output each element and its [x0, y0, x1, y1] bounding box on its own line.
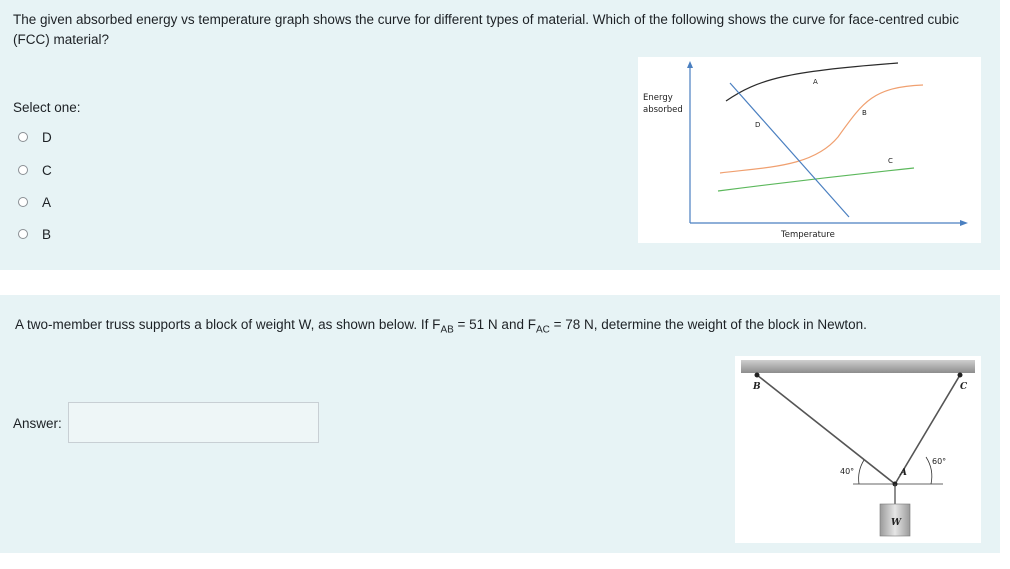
- option-b[interactable]: B: [18, 225, 51, 243]
- x-axis-label: Temperature: [780, 230, 835, 240]
- angle-label-right: 60°: [932, 457, 946, 466]
- question-2-part: A two-member truss supports a block of w…: [15, 317, 441, 332]
- curve-a: [725, 62, 899, 102]
- pin-c-icon: [957, 372, 963, 378]
- option-label: B: [42, 226, 52, 242]
- y-axis-label-line1: Energy: [643, 93, 673, 103]
- truss-svg: B C A W 40° 60°: [741, 360, 975, 537]
- curve-label-d: D: [755, 121, 760, 129]
- curve-d: [729, 82, 850, 218]
- member-ab: [756, 374, 896, 485]
- x-axis-arrow-icon: [960, 220, 968, 226]
- answer-input[interactable]: [68, 402, 319, 443]
- curve-label-c: C: [888, 157, 893, 165]
- question-2-part: = 51 N and F: [453, 317, 536, 332]
- radio-button-icon[interactable]: [18, 165, 28, 175]
- ceiling-support: [741, 360, 975, 373]
- option-d[interactable]: D: [18, 128, 52, 146]
- question-2-part: = 78 N, determine the weight of the bloc…: [549, 317, 867, 332]
- option-c[interactable]: C: [18, 161, 52, 179]
- radio-button-icon[interactable]: [18, 197, 28, 207]
- angle-label-left: 40°: [840, 467, 854, 476]
- answer-label: Answer:: [13, 416, 62, 431]
- angle-arc-left: [858, 459, 865, 485]
- radio-button-icon[interactable]: [18, 132, 28, 142]
- select-one-label: Select one:: [13, 100, 81, 115]
- subscript-ac: AC: [535, 324, 550, 336]
- option-label: C: [42, 162, 52, 178]
- subscript-ab: AB: [440, 324, 454, 336]
- question-2-text: A two-member truss supports a block of w…: [15, 315, 867, 341]
- truss-figure: B C A W 40° 60°: [735, 356, 981, 543]
- curve-label-a: A: [813, 78, 818, 86]
- option-a[interactable]: A: [18, 193, 51, 211]
- label-w: W: [891, 518, 902, 528]
- pin-b-icon: [754, 372, 760, 378]
- option-label: D: [42, 129, 52, 145]
- label-a: A: [899, 468, 907, 478]
- label-b: B: [752, 382, 761, 392]
- radio-button-icon[interactable]: [18, 229, 28, 239]
- option-label: A: [42, 194, 52, 210]
- energy-temperature-graph: Energy absorbed Temperature A B C D: [638, 57, 981, 243]
- graph-svg: Energy absorbed Temperature A B C D: [643, 61, 968, 240]
- y-axis-arrow-icon: [687, 61, 693, 68]
- curve-label-b: B: [862, 109, 867, 117]
- question-1-text: The given absorbed energy vs temperature…: [13, 12, 959, 47]
- label-c: C: [960, 382, 968, 392]
- angle-arc-right: [925, 456, 933, 485]
- y-axis-label-line2: absorbed: [643, 105, 683, 115]
